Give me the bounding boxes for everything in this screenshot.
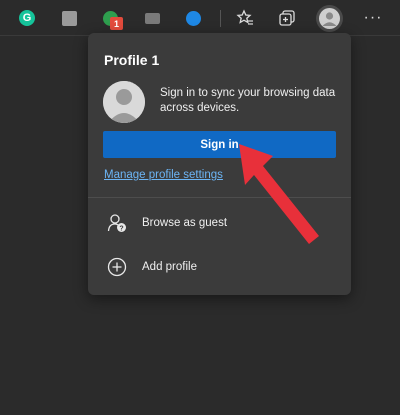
favorites-star-icon[interactable] — [235, 8, 255, 28]
browser-toolbar: G 1 ··· — [0, 0, 400, 36]
more-icon[interactable]: ··· — [363, 8, 383, 28]
toolbar-separator — [220, 10, 221, 27]
browse-as-guest-label: Browse as guest — [142, 217, 228, 229]
grammarly-icon[interactable]: G — [17, 8, 37, 28]
extension-icon[interactable] — [142, 8, 162, 28]
profile-name: Profile 1 — [104, 52, 160, 68]
manage-profile-settings-link[interactable]: Manage profile settings — [104, 169, 223, 181]
extension-badge: 1 — [110, 17, 123, 30]
profile-avatar-large — [103, 81, 145, 123]
extension-icon[interactable] — [183, 8, 203, 28]
add-profile-item[interactable]: Add profile — [88, 249, 351, 285]
collections-icon[interactable] — [277, 8, 297, 28]
add-profile-label: Add profile — [142, 261, 197, 273]
sync-description: Sign in to sync your browsing data acros… — [160, 87, 336, 114]
add-icon — [107, 257, 127, 277]
svg-text:?: ? — [119, 226, 123, 233]
grammarly-glyph: G — [19, 10, 35, 26]
red-arrow-annotation — [239, 144, 319, 244]
profile-avatar-icon[interactable] — [316, 5, 343, 32]
guest-icon: ? — [107, 213, 127, 233]
extension-icon[interactable] — [59, 8, 79, 28]
